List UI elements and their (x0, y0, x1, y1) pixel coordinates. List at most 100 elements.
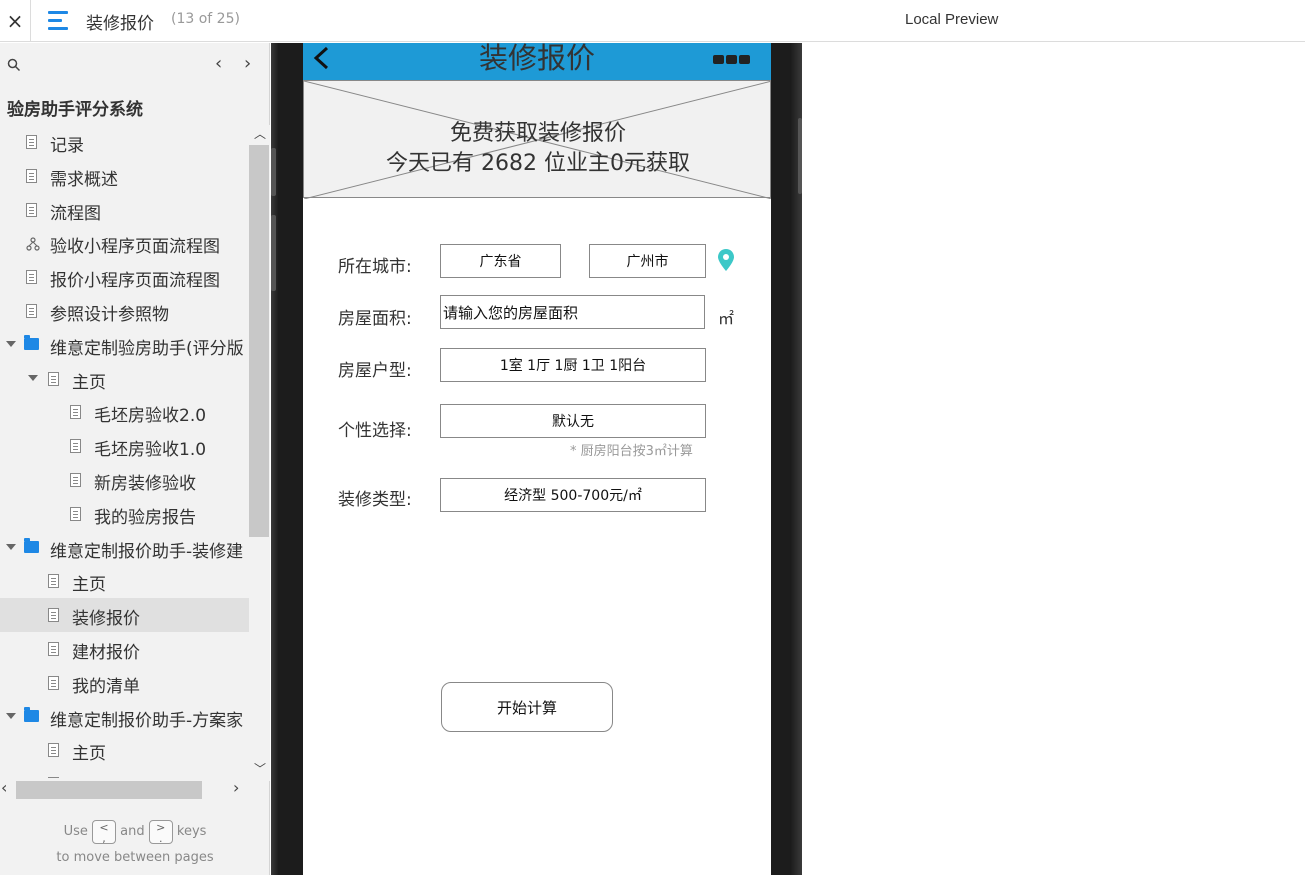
back-arrow-icon[interactable] (311, 45, 331, 75)
expand-toggle-icon[interactable] (6, 712, 16, 719)
area-input[interactable]: 请输入您的房屋面积 (440, 295, 705, 329)
close-button[interactable]: × (0, 0, 31, 42)
page-icon (26, 304, 37, 318)
mobile-header: 装修报价 (303, 43, 771, 80)
scroll-down-icon[interactable]: ﹀ (254, 760, 266, 777)
city-label: 所在城市: (338, 257, 412, 277)
previous-page-icon[interactable]: ‹ (215, 53, 222, 74)
page-icon (48, 608, 59, 623)
sidebar-item-label: 建材报价 (72, 643, 140, 663)
sitemap-tree: 记录需求概述流程图验收小程序页面流程图 报价小程序页面流程图 参照设计参照物维意定制… (0, 125, 249, 778)
help-line2: to move between pages (56, 850, 214, 865)
sidebar: ‹ › 验房助手评分系统 记录需求概述流程图验收小程序页面流程图 报价小程序页面流… (0, 43, 270, 875)
page-icon (70, 473, 81, 487)
phone-power-button (798, 118, 802, 194)
project-title: 验房助手评分系统 (7, 100, 143, 120)
sidebar-item[interactable]: 报价小程序页面流程图 (0, 260, 249, 294)
expand-toggle-icon[interactable] (28, 374, 38, 381)
page-icon (26, 168, 37, 183)
sidebar-item[interactable]: 维意定制报价助手-方案家 (0, 700, 249, 734)
sidebar-item-label: 新房装修验收 (94, 474, 196, 494)
sidebar-item[interactable]: 验收小程序页面流程图 (0, 226, 249, 260)
sitemap-menu-icon[interactable] (48, 11, 70, 31)
sidebar-item[interactable]: 我的验房报告 (0, 497, 249, 531)
flow-icon (26, 236, 40, 251)
vertical-scrollbar[interactable]: ︿ ﹀ (249, 125, 270, 781)
sidebar-item-label: 方案报价 (72, 773, 140, 778)
sidebar-item[interactable]: 装修报价 (0, 598, 249, 633)
location-pin-icon[interactable] (717, 248, 735, 272)
page-icon (26, 202, 37, 217)
horizontal-scroll-thumb[interactable] (16, 781, 202, 799)
sidebar-item[interactable]: 维意定制验房助手(评分版 (0, 328, 249, 362)
sidebar-item-label: 维意定制报价助手-方案家 (50, 710, 244, 731)
mobile-screen: 装修报价 免费获取装修报价 今天已有 2682 位业主0元获取 所在城市: 广东… (303, 43, 771, 875)
area-unit: ㎡ (718, 309, 735, 328)
banner-image-placeholder: 免费获取装修报价 今天已有 2682 位业主0元获取 (303, 80, 771, 199)
sidebar-item-label: 报价小程序页面流程图 (50, 271, 220, 292)
page-icon (70, 405, 81, 420)
sidebar-item[interactable]: 我的清单 (0, 666, 249, 700)
mobile-header-title: 装修报价 (478, 43, 595, 75)
sidebar-item[interactable]: 毛坯房验收1.0 (0, 429, 249, 463)
sidebar-item[interactable]: 流程图 (0, 193, 249, 227)
sidebar-item[interactable]: 方案报价 (0, 767, 249, 778)
help-keys: keys (176, 824, 207, 839)
sidebar-item[interactable]: 主页 (0, 362, 249, 396)
expand-toggle-icon[interactable] (6, 340, 16, 347)
sidebar-item-label: 流程图 (50, 203, 101, 224)
sidebar-item-label: 维意定制验房助手(评分版 (50, 338, 244, 359)
scroll-up-icon[interactable]: ︿ (254, 125, 266, 142)
page-icon (70, 439, 81, 454)
sidebar-item[interactable]: 参照设计参照物 (0, 294, 249, 328)
prev-key-icon: <, (92, 819, 116, 844)
sidebar-item[interactable]: 毛坯房验收2.0 (0, 395, 249, 429)
page-icon (70, 506, 81, 521)
expand-toggle-icon[interactable] (6, 543, 16, 550)
vertical-scroll-thumb[interactable] (249, 145, 269, 537)
sidebar-item[interactable]: 维意定制报价助手-装修建 (0, 531, 249, 565)
preview-label: Local Preview (905, 11, 999, 28)
sidebar-item-label: 维意定制报价助手-装修建 (50, 541, 244, 562)
horizontal-scrollbar[interactable]: ‹ › (0, 778, 249, 800)
page-count: (13 of 25) (171, 11, 240, 27)
sidebar-item-label: 毛坯房验收2.0 (94, 406, 207, 427)
folder-icon (24, 537, 39, 553)
sidebar-item-label: 主页 (72, 372, 106, 393)
layout-select[interactable]: 1室 1厅 1厨 1卫 1阳台 (440, 348, 706, 382)
top-bar: × 装修报价 (13 of 25) Local Preview (0, 0, 1305, 42)
scroll-right-icon[interactable]: › (233, 778, 239, 797)
sidebar-item-label: 装修报价 (72, 609, 140, 630)
next-page-icon[interactable]: › (244, 53, 251, 74)
type-label: 装修类型: (338, 490, 412, 510)
decoration-type-select[interactable]: 经济型 500-700元/㎡ (440, 478, 706, 512)
sidebar-item[interactable]: 主页 (0, 733, 249, 767)
sidebar-item-label: 记录 (50, 136, 84, 156)
sidebar-item[interactable]: 记录 (0, 125, 249, 159)
sidebar-item[interactable]: 建材报价 (0, 632, 249, 666)
custom-select[interactable]: 默认无 (440, 404, 706, 438)
folder-icon (24, 706, 39, 722)
scroll-left-icon[interactable]: ‹ (1, 778, 7, 797)
sidebar-item-label: 我的验房报告 (94, 507, 196, 528)
custom-note: * 厨房阳台按3㎡计算 (570, 444, 693, 459)
folder-icon (24, 334, 39, 350)
page-icon (48, 574, 59, 589)
sidebar-item[interactable]: 需求概述 (0, 159, 249, 193)
sidebar-item[interactable]: 新房装修验收 (0, 463, 249, 497)
more-options-icon[interactable] (713, 49, 752, 68)
start-calculation-button[interactable]: 开始计算 (441, 682, 613, 732)
sidebar-item-label: 验收小程序页面流程图 (50, 237, 220, 258)
page-icon (48, 642, 59, 656)
search-icon[interactable] (7, 58, 21, 72)
area-label: 房屋面积: (338, 309, 412, 329)
page-icon (48, 675, 59, 690)
page-title: 装修报价 (86, 14, 154, 34)
city-select[interactable]: 广州市 (589, 244, 706, 278)
province-select[interactable]: 广东省 (440, 244, 561, 278)
phone-side-button (271, 215, 276, 291)
page-icon (48, 371, 59, 386)
layout-label: 房屋户型: (338, 361, 412, 381)
banner-headline: 免费获取装修报价 (449, 121, 626, 146)
sidebar-item[interactable]: 主页 (0, 564, 249, 598)
